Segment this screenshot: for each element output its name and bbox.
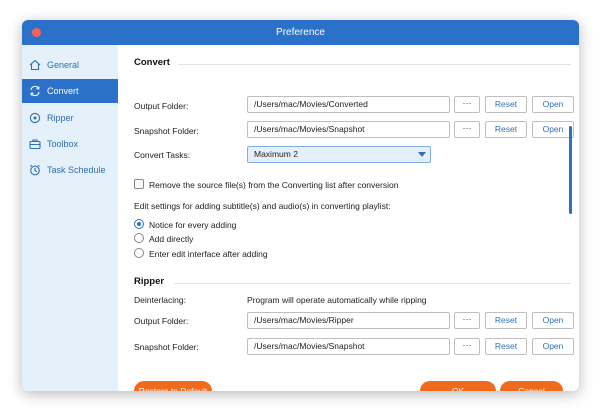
ripper-output-browse-button[interactable]: ···: [454, 312, 480, 329]
sidebar-item-label: Task Schedule: [47, 165, 106, 175]
convert-output-browse-button[interactable]: ···: [454, 96, 480, 113]
preference-window: Preference General Convert Ripper Toolbo…: [22, 20, 579, 391]
restore-to-default-button[interactable]: Restore to Default: [134, 381, 212, 391]
remove-source-checkbox-label: Remove the source file(s) from the Conve…: [149, 180, 399, 190]
ripper-snapshot-reset-button[interactable]: Reset: [485, 338, 527, 355]
ripper-snapshot-folder-label: Snapshot Folder:: [134, 342, 199, 352]
sidebar-item-label: Convert: [47, 86, 79, 96]
ripper-output-folder-label: Output Folder:: [134, 316, 189, 326]
output-folder-label: Output Folder:: [134, 101, 189, 111]
convert-snapshot-folder-field[interactable]: /Users/mac/Movies/Snapshot: [247, 121, 450, 138]
sidebar-item-label: Ripper: [47, 113, 74, 123]
ok-button[interactable]: OK: [420, 381, 496, 391]
convert-tasks-label: Convert Tasks:: [134, 150, 191, 160]
convert-output-open-button[interactable]: Open: [532, 96, 574, 113]
convert-section-title: Convert: [134, 57, 170, 68]
radio-add-directly[interactable]: [134, 233, 144, 243]
convert-snapshot-reset-button[interactable]: Reset: [485, 121, 527, 138]
sidebar-item-label: General: [47, 60, 80, 70]
sidebar-item-toolbox[interactable]: Toolbox: [22, 132, 118, 156]
sidebar-item-convert[interactable]: Convert: [22, 79, 118, 103]
cancel-button[interactable]: Cancel: [500, 381, 563, 391]
ripper-snapshot-folder-field[interactable]: /Users/mac/Movies/Snapshot: [247, 338, 450, 355]
radio-label: Enter edit interface after adding: [149, 249, 268, 259]
scrollbar[interactable]: [569, 126, 572, 214]
radio-enter-edit-interface[interactable]: [134, 248, 144, 258]
convert-snapshot-open-button[interactable]: Open: [532, 121, 574, 138]
ripper-output-folder-field[interactable]: /Users/mac/Movies/Ripper: [247, 312, 450, 329]
radio-label: Add directly: [149, 234, 194, 244]
title-bar: Preference: [22, 20, 579, 45]
ripper-snapshot-browse-button[interactable]: ···: [454, 338, 480, 355]
deinterlacing-label: Deinterlacing:: [134, 295, 186, 305]
ripper-section-title: Ripper: [134, 276, 165, 287]
section-divider: [174, 283, 571, 284]
convert-output-reset-button[interactable]: Reset: [485, 96, 527, 113]
deinterlacing-text: Program will operate automatically while…: [247, 295, 427, 305]
convert-snapshot-browse-button[interactable]: ···: [454, 121, 480, 138]
ripper-output-reset-button[interactable]: Reset: [485, 312, 527, 329]
disc-icon: [28, 111, 42, 125]
convert-output-folder-field[interactable]: /Users/mac/Movies/Converted: [247, 96, 450, 113]
snapshot-folder-label: Snapshot Folder:: [134, 126, 199, 136]
toolbox-icon: [28, 137, 42, 151]
sidebar-item-general[interactable]: General: [22, 53, 118, 77]
settings-panel: Convert Output Folder: /Users/mac/Movies…: [118, 45, 579, 391]
radio-label: Notice for every adding: [149, 220, 237, 230]
radio-notice-every-adding[interactable]: [134, 219, 144, 229]
section-divider: [178, 64, 571, 65]
ripper-snapshot-open-button[interactable]: Open: [532, 338, 574, 355]
sidebar: General Convert Ripper Toolbox Task Sche…: [22, 45, 118, 391]
convert-tasks-value: Maximum 2: [254, 149, 298, 159]
ripper-output-open-button[interactable]: Open: [532, 312, 574, 329]
clock-icon: [28, 163, 42, 177]
window-title: Preference: [276, 27, 325, 38]
convert-tasks-select[interactable]: Maximum 2: [247, 146, 431, 163]
home-icon: [28, 58, 42, 72]
sidebar-item-task-schedule[interactable]: Task Schedule: [22, 158, 118, 182]
remove-source-checkbox[interactable]: [134, 179, 144, 189]
chevron-down-icon: [418, 152, 426, 157]
sidebar-item-ripper[interactable]: Ripper: [22, 106, 118, 130]
edit-settings-text: Edit settings for adding subtitle(s) and…: [134, 201, 391, 211]
sidebar-item-label: Toolbox: [47, 139, 79, 149]
refresh-icon: [28, 84, 42, 98]
